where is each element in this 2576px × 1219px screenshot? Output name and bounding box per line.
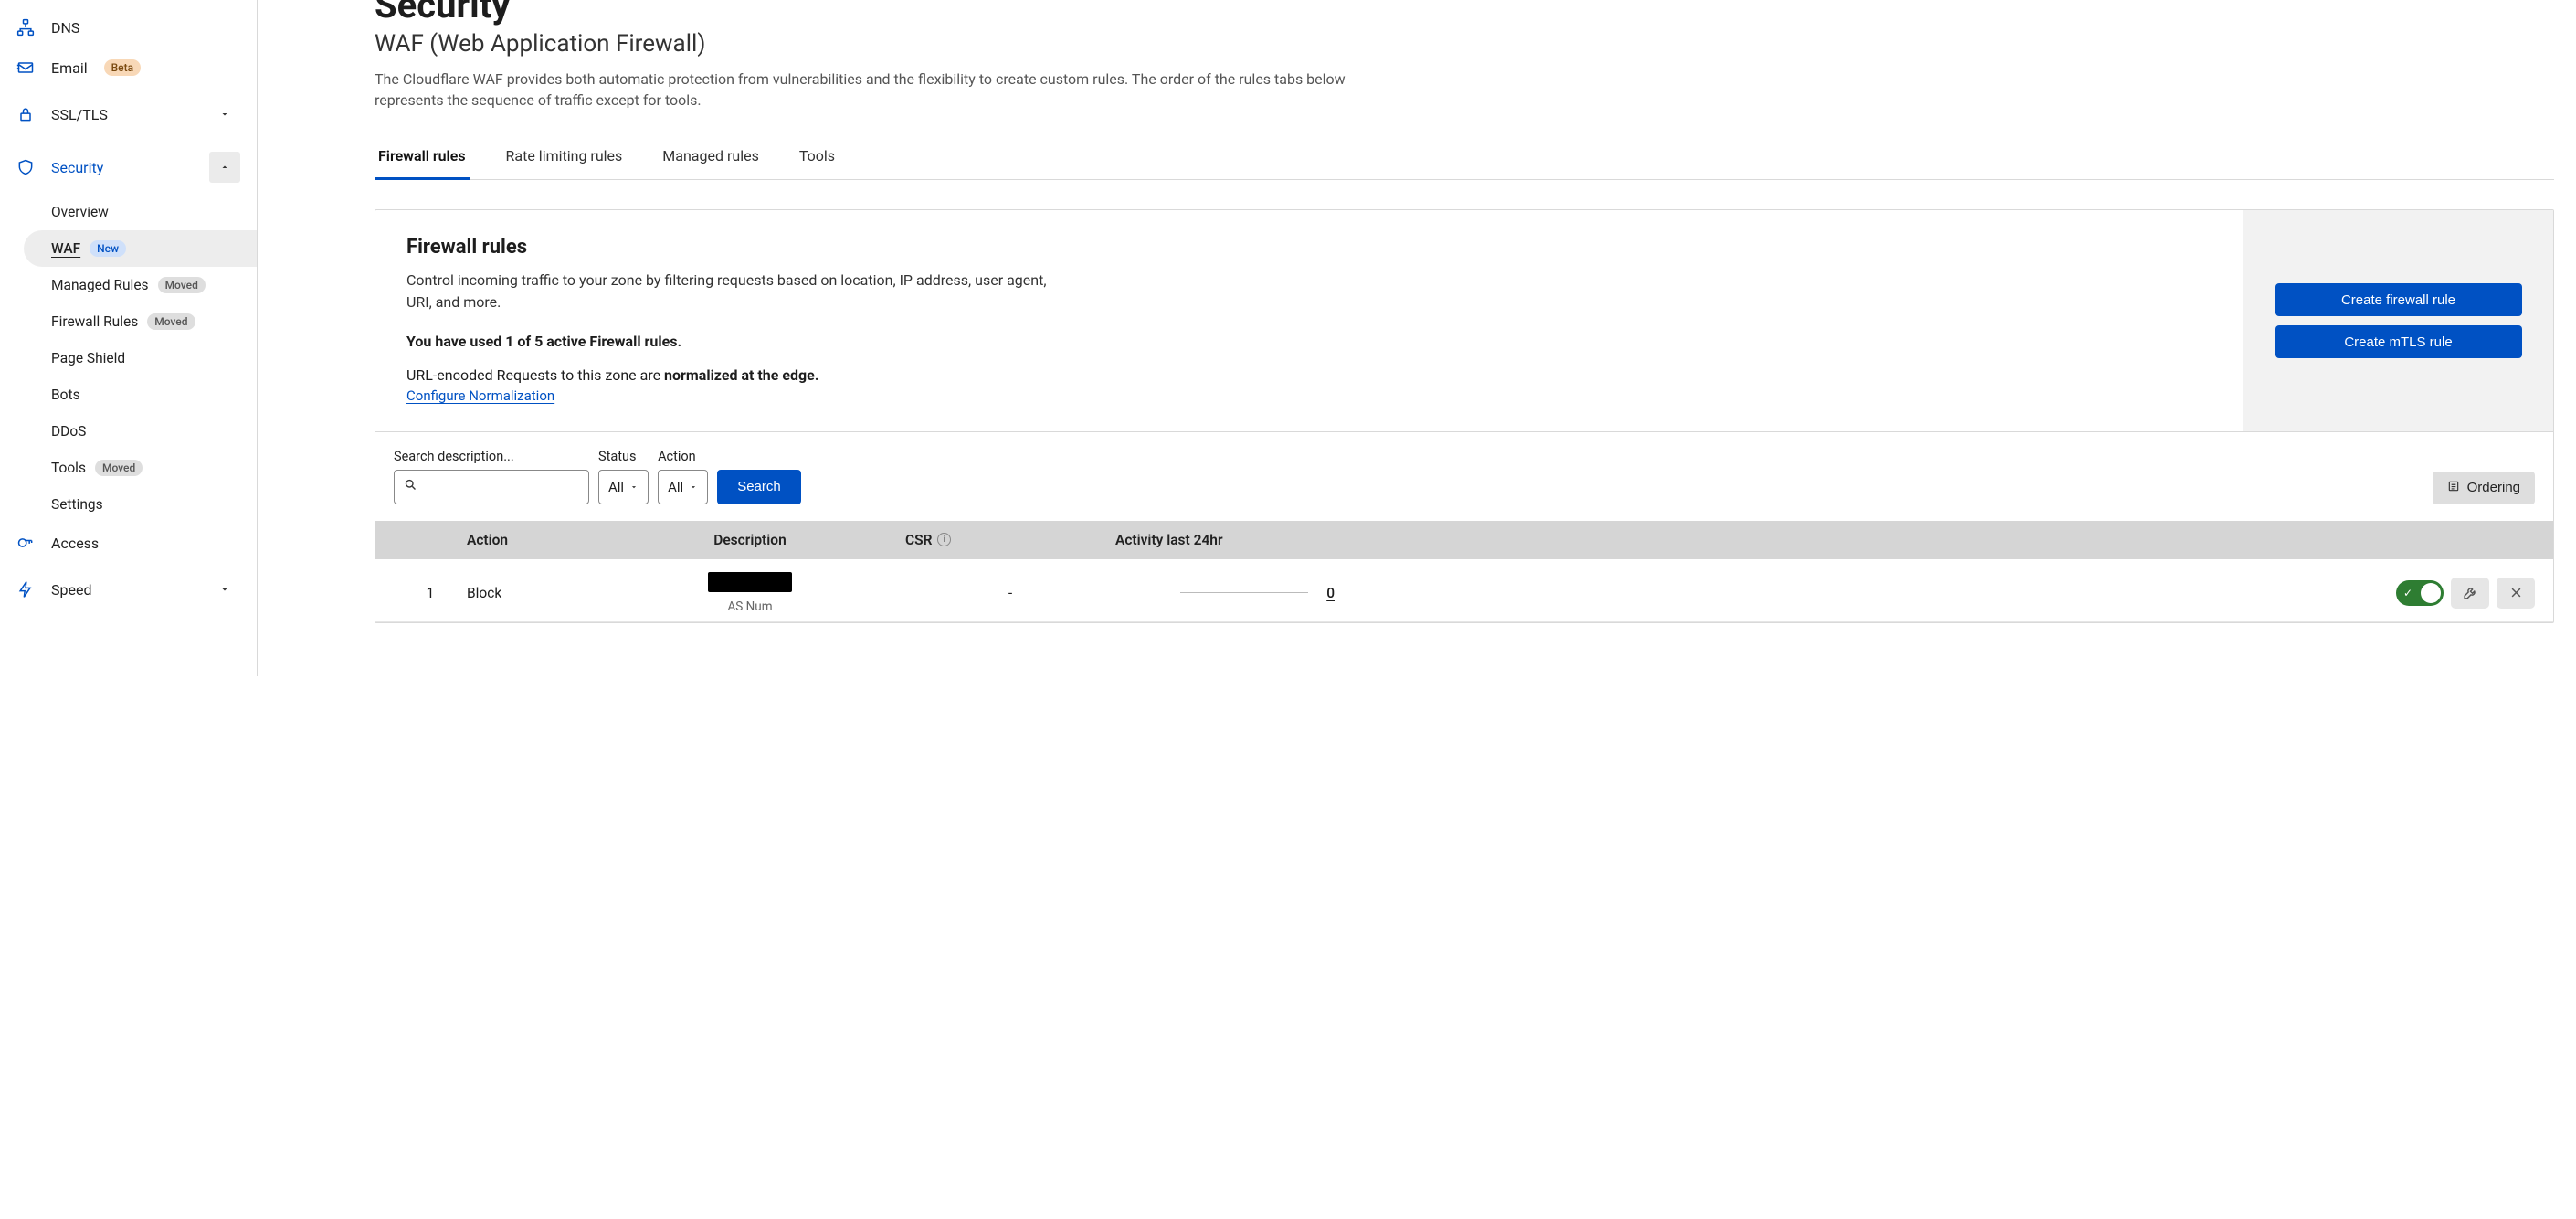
- caret-down-icon: [689, 482, 698, 492]
- table-header: Action Description CSR i Activity last 2…: [375, 521, 2553, 559]
- access-icon: [16, 534, 35, 552]
- sidebar-label: SSL/TLS: [51, 106, 108, 123]
- sub-ddos[interactable]: DDoS: [24, 413, 257, 450]
- row-number: 1: [394, 585, 467, 601]
- search-button[interactable]: Search: [717, 470, 801, 504]
- search-label: Search description...: [394, 449, 589, 464]
- enable-toggle[interactable]: ✓: [2396, 580, 2444, 606]
- sidebar-label: Email: [51, 59, 88, 77]
- new-badge: New: [90, 240, 126, 257]
- lock-icon: [16, 105, 35, 123]
- create-firewall-rule-button[interactable]: Create firewall rule: [2275, 283, 2522, 316]
- sidebar-item-security[interactable]: Security: [0, 141, 257, 194]
- sub-bots[interactable]: Bots: [24, 376, 257, 413]
- panel-title: Firewall rules: [406, 236, 2212, 259]
- page-title: Security: [375, 0, 2554, 26]
- moved-badge: Moved: [95, 460, 143, 476]
- list-icon: [2447, 480, 2460, 496]
- moved-badge: Moved: [147, 313, 195, 330]
- chevron-down-icon[interactable]: [209, 574, 240, 605]
- caret-down-icon: [629, 482, 639, 492]
- shield-icon: [16, 158, 35, 176]
- chevron-up-icon[interactable]: [209, 152, 240, 183]
- sidebar-item-speed[interactable]: Speed: [0, 563, 257, 616]
- row-activity: 0: [1115, 585, 1353, 601]
- panel-normalization: URL-encoded Requests to this zone are no…: [406, 366, 2212, 384]
- table-row: 1 Block AS Num - 0 ✓: [375, 559, 2553, 622]
- create-mtls-rule-button[interactable]: Create mTLS rule: [2275, 325, 2522, 358]
- sidebar-item-dns[interactable]: DNS: [0, 7, 257, 48]
- search-icon: [404, 478, 417, 495]
- delete-button[interactable]: [2497, 578, 2535, 609]
- panel-usage: You have used 1 of 5 active Firewall rul…: [406, 333, 2212, 350]
- status-label: Status: [598, 449, 649, 464]
- sidebar: DNS Email Beta SSL/TLS: [0, 0, 258, 676]
- action-label: Action: [658, 449, 708, 464]
- security-subnav: Overview WAF New Managed Rules Moved Fir…: [0, 194, 257, 523]
- sidebar-label: Access: [51, 535, 99, 552]
- sub-managed-rules[interactable]: Managed Rules Moved: [24, 267, 257, 303]
- sub-waf[interactable]: WAF New: [24, 230, 257, 267]
- wrench-icon: [2463, 585, 2478, 600]
- sidebar-label: DNS: [51, 19, 79, 37]
- ordering-button[interactable]: Ordering: [2433, 472, 2535, 504]
- configure-normalization-link[interactable]: Configure Normalization: [406, 387, 554, 404]
- sub-firewall-rules[interactable]: Firewall Rules Moved: [24, 303, 257, 340]
- row-csr: -: [905, 585, 1115, 601]
- status-select[interactable]: All: [598, 470, 649, 504]
- search-input[interactable]: [425, 479, 607, 494]
- tabs: Firewall rules Rate limiting rules Manag…: [375, 136, 2554, 180]
- moved-badge: Moved: [158, 277, 206, 293]
- sidebar-item-email[interactable]: Email Beta: [0, 48, 257, 88]
- panel-subtitle: Control incoming traffic to your zone by…: [406, 270, 1064, 312]
- sidebar-item-access[interactable]: Access: [0, 523, 257, 563]
- action-select[interactable]: All: [658, 470, 708, 504]
- sidebar-label: Security: [51, 159, 103, 176]
- email-icon: [16, 58, 35, 77]
- sub-settings[interactable]: Settings: [24, 486, 257, 523]
- beta-badge: Beta: [104, 59, 141, 76]
- sub-overview[interactable]: Overview: [24, 194, 257, 230]
- row-activity-value[interactable]: 0: [1326, 585, 1335, 601]
- firewall-panel: Firewall rules Control incoming traffic …: [375, 209, 2554, 622]
- row-description: AS Num: [595, 572, 905, 614]
- dns-icon: [16, 18, 35, 37]
- page-description: The Cloudflare WAF provides both automat…: [375, 69, 1398, 111]
- speed-icon: [16, 580, 35, 599]
- sidebar-item-ssl-tls[interactable]: SSL/TLS: [0, 88, 257, 141]
- sub-tools[interactable]: Tools Moved: [24, 450, 257, 486]
- page-header: Security WAF (Web Application Firewall) …: [375, 0, 2554, 111]
- th-csr: CSR i: [905, 532, 1115, 548]
- th-description: Description: [595, 532, 905, 548]
- th-activity: Activity last 24hr: [1115, 532, 1353, 548]
- search-input-wrap[interactable]: [394, 470, 589, 504]
- close-icon: [2509, 586, 2523, 599]
- tab-tools[interactable]: Tools: [796, 136, 839, 180]
- main-content: Security WAF (Web Application Firewall) …: [258, 0, 2576, 676]
- sub-page-shield[interactable]: Page Shield: [24, 340, 257, 376]
- th-action: Action: [467, 532, 595, 548]
- row-action: Block: [467, 585, 595, 601]
- activity-sparkline: [1180, 592, 1308, 593]
- check-icon: ✓: [2403, 587, 2412, 599]
- tab-firewall-rules[interactable]: Firewall rules: [375, 136, 470, 180]
- chevron-down-icon[interactable]: [209, 99, 240, 130]
- page-subtitle: WAF (Web Application Firewall): [375, 30, 2554, 58]
- filters-row: Search description... Status All: [375, 432, 2553, 521]
- info-icon[interactable]: i: [937, 533, 951, 546]
- redacted-text: [708, 572, 792, 592]
- tab-managed-rules[interactable]: Managed rules: [659, 136, 763, 180]
- row-description-sub: AS Num: [595, 599, 905, 614]
- tab-rate-limiting[interactable]: Rate limiting rules: [502, 136, 627, 180]
- edit-button[interactable]: [2451, 578, 2489, 609]
- sidebar-label: Speed: [51, 581, 91, 599]
